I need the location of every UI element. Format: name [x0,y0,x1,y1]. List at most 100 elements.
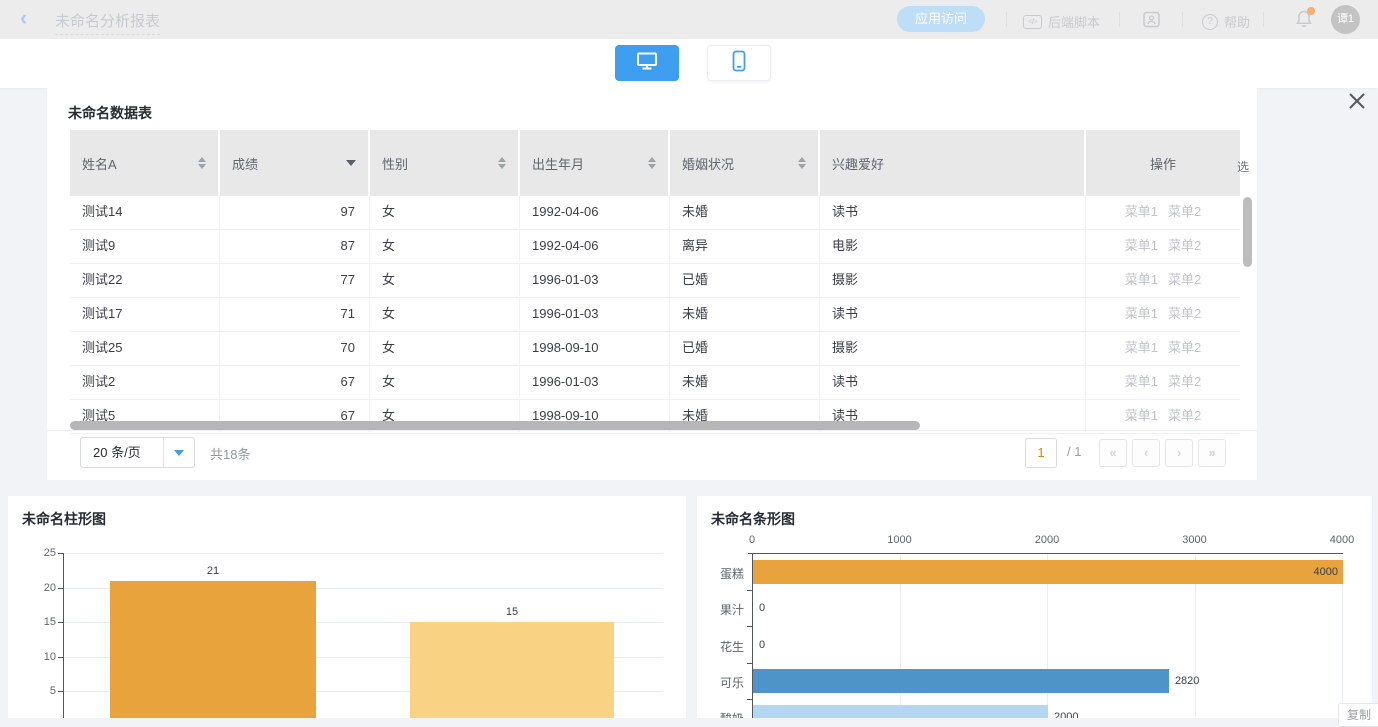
category-label: 果汁 [704,601,744,618]
help-icon: ? [1202,14,1218,30]
bar-chart-card: 未命名条形图 01000200030004000蛋糕4000果汁0花生0可乐28… [697,496,1372,718]
table-cell: 电影 [820,230,1086,262]
row-action-link[interactable]: 菜单2 [1168,272,1201,287]
x-tick-label: 1000 [880,534,920,546]
table-cell: 1998-09-10 [520,332,670,364]
row-action-link[interactable]: 菜单2 [1168,238,1201,253]
row-action-link[interactable]: 菜单2 [1168,374,1201,389]
x-tick-label: 2000 [1027,534,1067,546]
data-label: 21 [110,565,316,577]
desktop-view-button[interactable] [615,45,679,81]
table-row: 测试267女1996-01-03未婚读书菜单1菜单2 [70,366,1240,400]
column-bar [410,622,614,718]
data-label: 2820 [1175,675,1199,687]
horizontal-scrollbar[interactable] [70,421,920,430]
column-header[interactable]: 成绩 [220,130,370,196]
divider [1263,12,1264,27]
table-row: 测试2570女1998-09-10已婚摄影菜单1菜单2 [70,332,1240,366]
table-body: 测试1497女1992-04-06未婚读书菜单1菜单2测试987女1992-04… [70,196,1240,434]
table-cell: 测试14 [70,196,220,228]
table-cell: 菜单1 菜单2 [1086,196,1240,228]
gridline [63,553,663,554]
column-label: 性别 [382,154,498,173]
category-label: 花生 [704,638,744,655]
first-page-button[interactable]: « [1099,439,1127,467]
last-page-button[interactable]: » [1198,439,1226,467]
mobile-view-button[interactable] [707,45,771,81]
table-cell: 读书 [820,366,1086,398]
caret-down-icon [798,164,806,169]
table-cell: 测试22 [70,264,220,296]
row-action-link[interactable]: 菜单1 [1125,238,1158,253]
horizontal-bar [753,560,1343,584]
row-action-link[interactable]: 菜单1 [1125,306,1158,321]
row-action-link[interactable]: 菜单1 [1125,204,1158,219]
data-label: 2000 [1054,711,1078,718]
page-size-select[interactable]: 20 条/页 [80,437,195,468]
close-icon[interactable] [1346,90,1370,114]
report-title[interactable]: 未命名分析报表 [55,10,160,35]
table-header-row: 姓名A成绩性别 出生年月婚姻状况兴趣爱好 操作 [70,130,1240,196]
column-header: 兴趣爱好 [820,130,1086,196]
divider [1182,12,1183,27]
table-cell: 女 [370,196,520,228]
caret-down-icon [198,164,206,169]
category-label: 蛋糕 [704,565,744,582]
row-action-link[interactable]: 菜单1 [1125,374,1158,389]
row-action-link[interactable]: 菜单1 [1125,340,1158,355]
table-cell: 未婚 [670,298,820,330]
x-tick-label: 4000 [1322,534,1362,546]
desktop-icon [636,51,658,76]
column-header[interactable]: 出生年月 [520,130,670,196]
column-header[interactable]: 婚姻状况 [670,130,820,196]
sort-icon [798,157,806,169]
column-label: 兴趣爱好 [832,154,1072,173]
column-label: 操作 [1150,154,1176,173]
horizontal-bar [753,705,1048,718]
column-header[interactable]: 姓名A [70,130,220,196]
preview-toolbar [0,39,1378,88]
column-header[interactable]: 性别 [370,130,520,196]
mobile-icon [731,50,747,77]
table-cell: 已婚 [670,332,820,364]
table-cell: 已婚 [670,264,820,296]
table-cell: 菜单1 菜单2 [1086,264,1240,296]
sort-icon [648,157,656,169]
bar-chart-title: 未命名条形图 [711,509,795,529]
help-button[interactable]: ? 帮助 [1202,12,1250,31]
app-access-button[interactable]: 应用访问 [897,6,985,32]
vertical-scrollbar[interactable] [1243,197,1252,267]
notification-bell-icon[interactable] [1295,9,1315,29]
category-label: 酸奶 [704,710,744,718]
row-action-link[interactable]: 菜单2 [1168,306,1201,321]
next-page-button[interactable]: › [1165,439,1193,467]
back-icon[interactable]: ‹ [20,9,40,29]
contact-icon[interactable] [1143,11,1161,33]
prev-page-button[interactable]: ‹ [1132,439,1160,467]
caret-up-icon [198,157,206,162]
y-tick-label: 25 [28,547,56,559]
table-cell: 测试2 [70,366,220,398]
y-axis-line [63,553,64,718]
backend-script-button[interactable]: </> 后端脚本 [1023,12,1100,31]
table-row: 测试1497女1992-04-06未婚读书菜单1菜单2 [70,196,1240,230]
caret-down-icon [648,164,656,169]
user-avatar[interactable]: 谭1 [1331,5,1360,34]
row-action-link[interactable]: 菜单2 [1168,408,1201,423]
table-cell: 测试25 [70,332,220,364]
sort-icon [198,157,206,169]
caret-down-icon [498,164,506,169]
clipped-copy-button[interactable]: 复制 [1338,703,1378,727]
table-cell: 菜单1 菜单2 [1086,230,1240,262]
row-action-link[interactable]: 菜单1 [1125,272,1158,287]
table-cell: 1996-01-03 [520,366,670,398]
caret-up-icon [648,157,656,162]
table-cell: 77 [220,264,370,296]
page-number-input[interactable]: 1 [1025,438,1057,468]
row-action-link[interactable]: 菜单2 [1168,340,1201,355]
row-action-link[interactable]: 菜单1 [1125,408,1158,423]
row-action-link[interactable]: 菜单2 [1168,204,1201,219]
table-row: 测试987女1992-04-06离异电影菜单1菜单2 [70,230,1240,264]
x-axis-line [748,553,1343,554]
tick-mark [747,590,752,591]
